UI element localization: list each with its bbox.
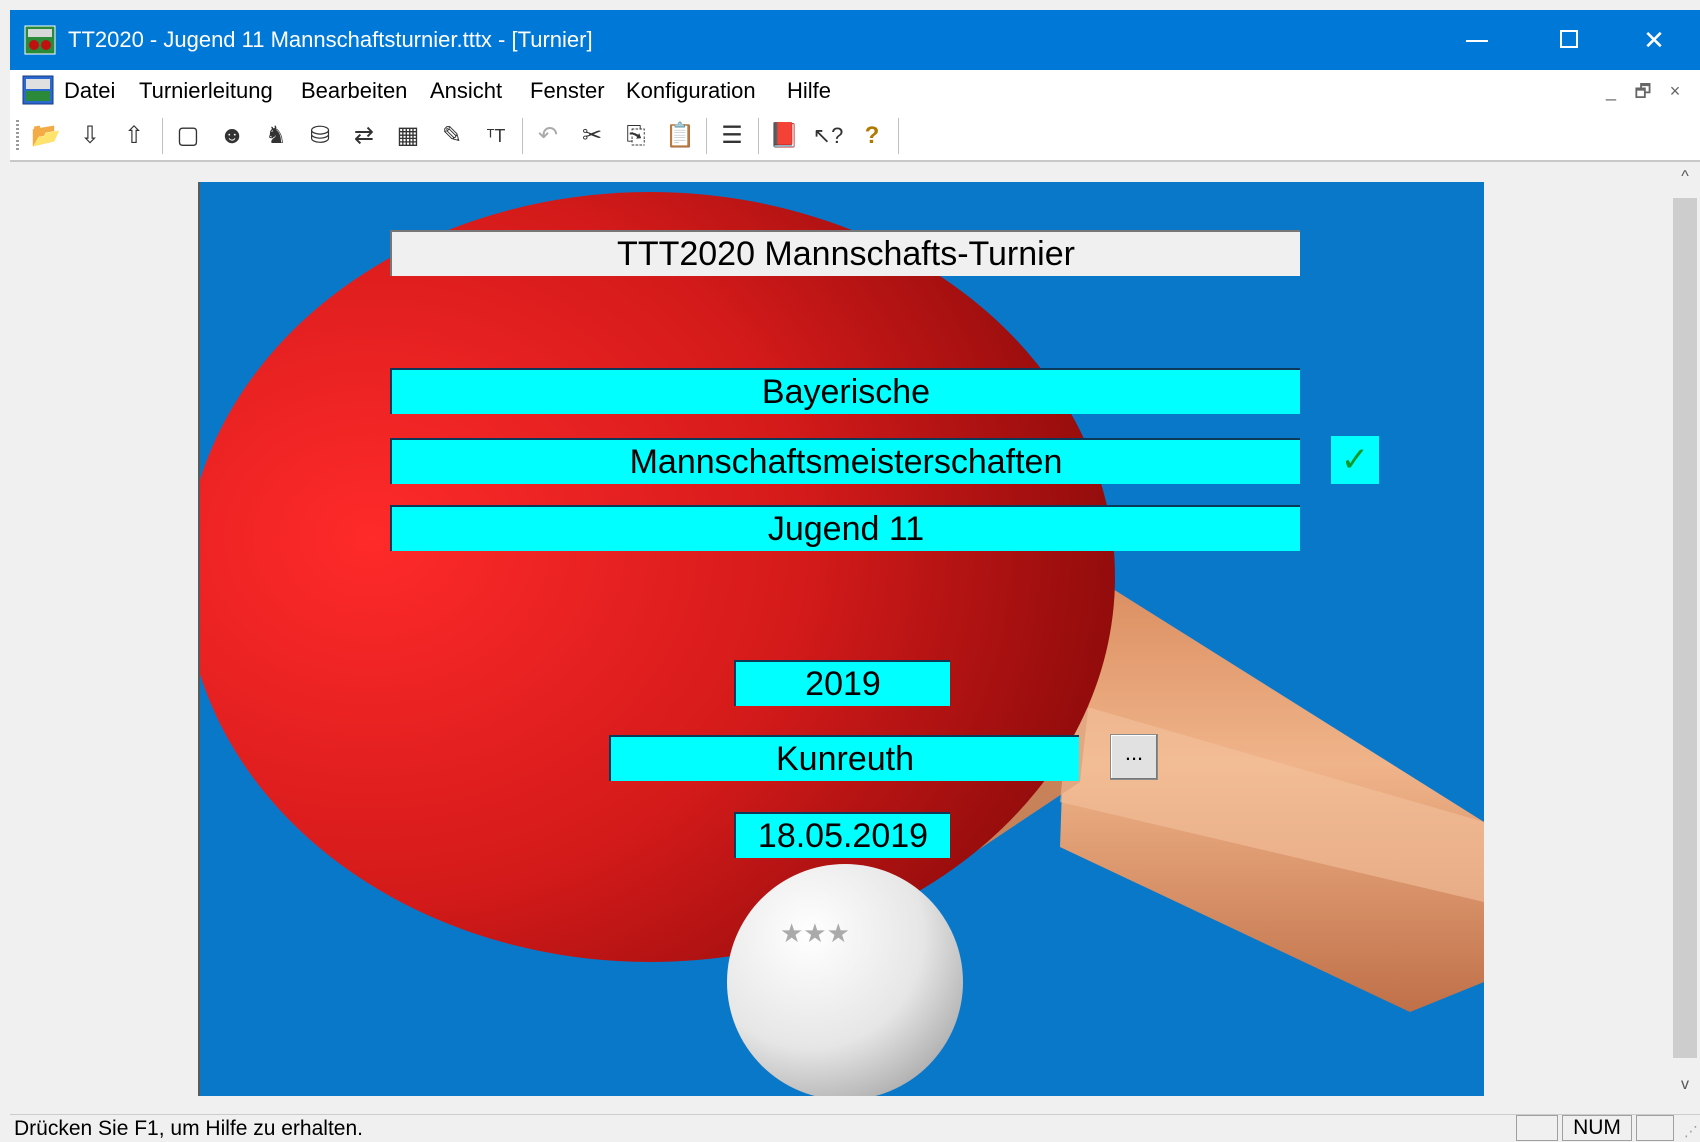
scrollbar-thumb[interactable] bbox=[1673, 198, 1697, 1058]
status-indicator-scroll bbox=[1636, 1115, 1674, 1141]
close-button[interactable]: ✕ bbox=[1608, 10, 1700, 70]
ping-pong-ball bbox=[727, 864, 963, 1096]
location-browse-button[interactable]: ... bbox=[1110, 734, 1158, 780]
resize-grip-icon[interactable]: ⋰ bbox=[1680, 1122, 1698, 1140]
paste-icon[interactable]: 📋 bbox=[662, 118, 698, 154]
transfer-icon[interactable]: ⇄ bbox=[346, 118, 382, 154]
title-line-2-field[interactable]: Mannschaftsmeisterschaften bbox=[390, 438, 1300, 484]
import-icon[interactable]: ⇩ bbox=[72, 118, 108, 154]
ball-stars-icon: ★★★ bbox=[780, 919, 850, 949]
menu-datei[interactable]: Datei bbox=[64, 78, 115, 104]
application-window: TT2020 - Jugend 11 Mannschaftsturnier.tt… bbox=[0, 0, 1700, 1142]
date-field[interactable]: 18.05.2019 bbox=[734, 812, 950, 858]
document-icon[interactable] bbox=[22, 75, 54, 105]
undo-icon[interactable]: ↶ bbox=[530, 118, 566, 154]
paddle-illustration: ★★★ bbox=[200, 192, 1484, 1096]
minimize-button[interactable] bbox=[1432, 10, 1524, 70]
scroll-up-arrow-icon[interactable]: ^ bbox=[1670, 162, 1700, 192]
mdi-close-button[interactable]: × bbox=[1662, 78, 1688, 104]
menu-turnierleitung[interactable]: Turnierleitung bbox=[139, 78, 273, 104]
edit-icon[interactable]: ✎ bbox=[434, 118, 470, 154]
menu-ansicht[interactable]: Ansicht bbox=[430, 78, 502, 104]
list-icon[interactable]: ☰ bbox=[714, 118, 750, 154]
toolbar-separator bbox=[706, 118, 707, 154]
toolbar-grip[interactable] bbox=[16, 120, 19, 152]
year-field[interactable]: 2019 bbox=[734, 660, 950, 706]
paddle-rubber bbox=[200, 192, 1115, 962]
database-icon[interactable]: ⛁ bbox=[302, 118, 338, 154]
checkmark-icon[interactable]: ✓ bbox=[1331, 436, 1379, 484]
title-line-3-field[interactable]: Jugend 11 bbox=[390, 505, 1300, 551]
maximize-button[interactable] bbox=[1524, 10, 1616, 70]
tournament-poster: ★★★ bbox=[200, 182, 1484, 1096]
team-icon[interactable]: ♞ bbox=[258, 118, 294, 154]
status-bar: Drücken Sie F1, um Hilfe zu erhalten. NU… bbox=[10, 1114, 1700, 1142]
context-help-icon[interactable]: ↖? bbox=[810, 118, 846, 154]
menu-fenster[interactable]: Fenster bbox=[530, 78, 605, 104]
tournament-heading[interactable]: TTT2020 Mannschafts-Turnier bbox=[390, 230, 1300, 276]
status-indicator-caps bbox=[1516, 1115, 1558, 1141]
menu-konfiguration[interactable]: Konfiguration bbox=[626, 78, 756, 104]
window-icon[interactable]: ▢ bbox=[170, 118, 206, 154]
menu-bearbeiten[interactable]: Bearbeiten bbox=[301, 78, 407, 104]
player-icon[interactable]: ☻ bbox=[214, 118, 250, 154]
app-icon bbox=[24, 25, 56, 55]
menu-bar: Datei Turnierleitung Bearbeiten Ansicht … bbox=[10, 70, 1700, 113]
toolbar-separator bbox=[162, 118, 163, 154]
toolbar-separator bbox=[898, 118, 899, 154]
toolbar-separator bbox=[758, 118, 759, 154]
toolbar: 📂 ⇩ ⇧ ▢ ☻ ♞ ⛁ ⇄ ▦ ✎ ᵀT ↶ ✂ ⎘ 📋 ☰ 📕 ↖? ? bbox=[10, 112, 1700, 162]
cut-icon[interactable]: ✂ bbox=[574, 118, 610, 154]
status-indicator-num: NUM bbox=[1562, 1115, 1632, 1141]
minimize-icon bbox=[1466, 40, 1488, 42]
plan-icon[interactable]: ▦ bbox=[390, 118, 426, 154]
maximize-icon bbox=[1560, 30, 1578, 48]
export-icon[interactable]: ⇧ bbox=[116, 118, 152, 154]
font-size-icon[interactable]: ᵀT bbox=[478, 118, 514, 154]
scroll-down-arrow-icon[interactable]: v bbox=[1670, 1070, 1700, 1100]
vertical-scrollbar[interactable]: ^ v bbox=[1670, 162, 1700, 1102]
mdi-restore-button[interactable]: 🗗 bbox=[1630, 78, 1656, 104]
copy-icon[interactable]: ⎘ bbox=[618, 118, 654, 154]
status-message: Drücken Sie F1, um Hilfe zu erhalten. bbox=[14, 1117, 363, 1140]
menu-hilfe[interactable]: Hilfe bbox=[787, 78, 831, 104]
close-icon: ✕ bbox=[1643, 25, 1665, 55]
toolbar-separator bbox=[522, 118, 523, 154]
mdi-minimize-button[interactable]: _ bbox=[1598, 78, 1624, 104]
location-field[interactable]: Kunreuth bbox=[609, 735, 1079, 781]
book-icon[interactable]: 📕 bbox=[766, 118, 802, 154]
window-title: TT2020 - Jugend 11 Mannschaftsturnier.tt… bbox=[68, 27, 593, 52]
open-folder-icon[interactable]: 📂 bbox=[28, 118, 64, 154]
title-line-1-field[interactable]: Bayerische bbox=[390, 368, 1300, 414]
help-icon[interactable]: ? bbox=[854, 118, 890, 154]
title-bar[interactable]: TT2020 - Jugend 11 Mannschaftsturnier.tt… bbox=[10, 10, 1700, 70]
